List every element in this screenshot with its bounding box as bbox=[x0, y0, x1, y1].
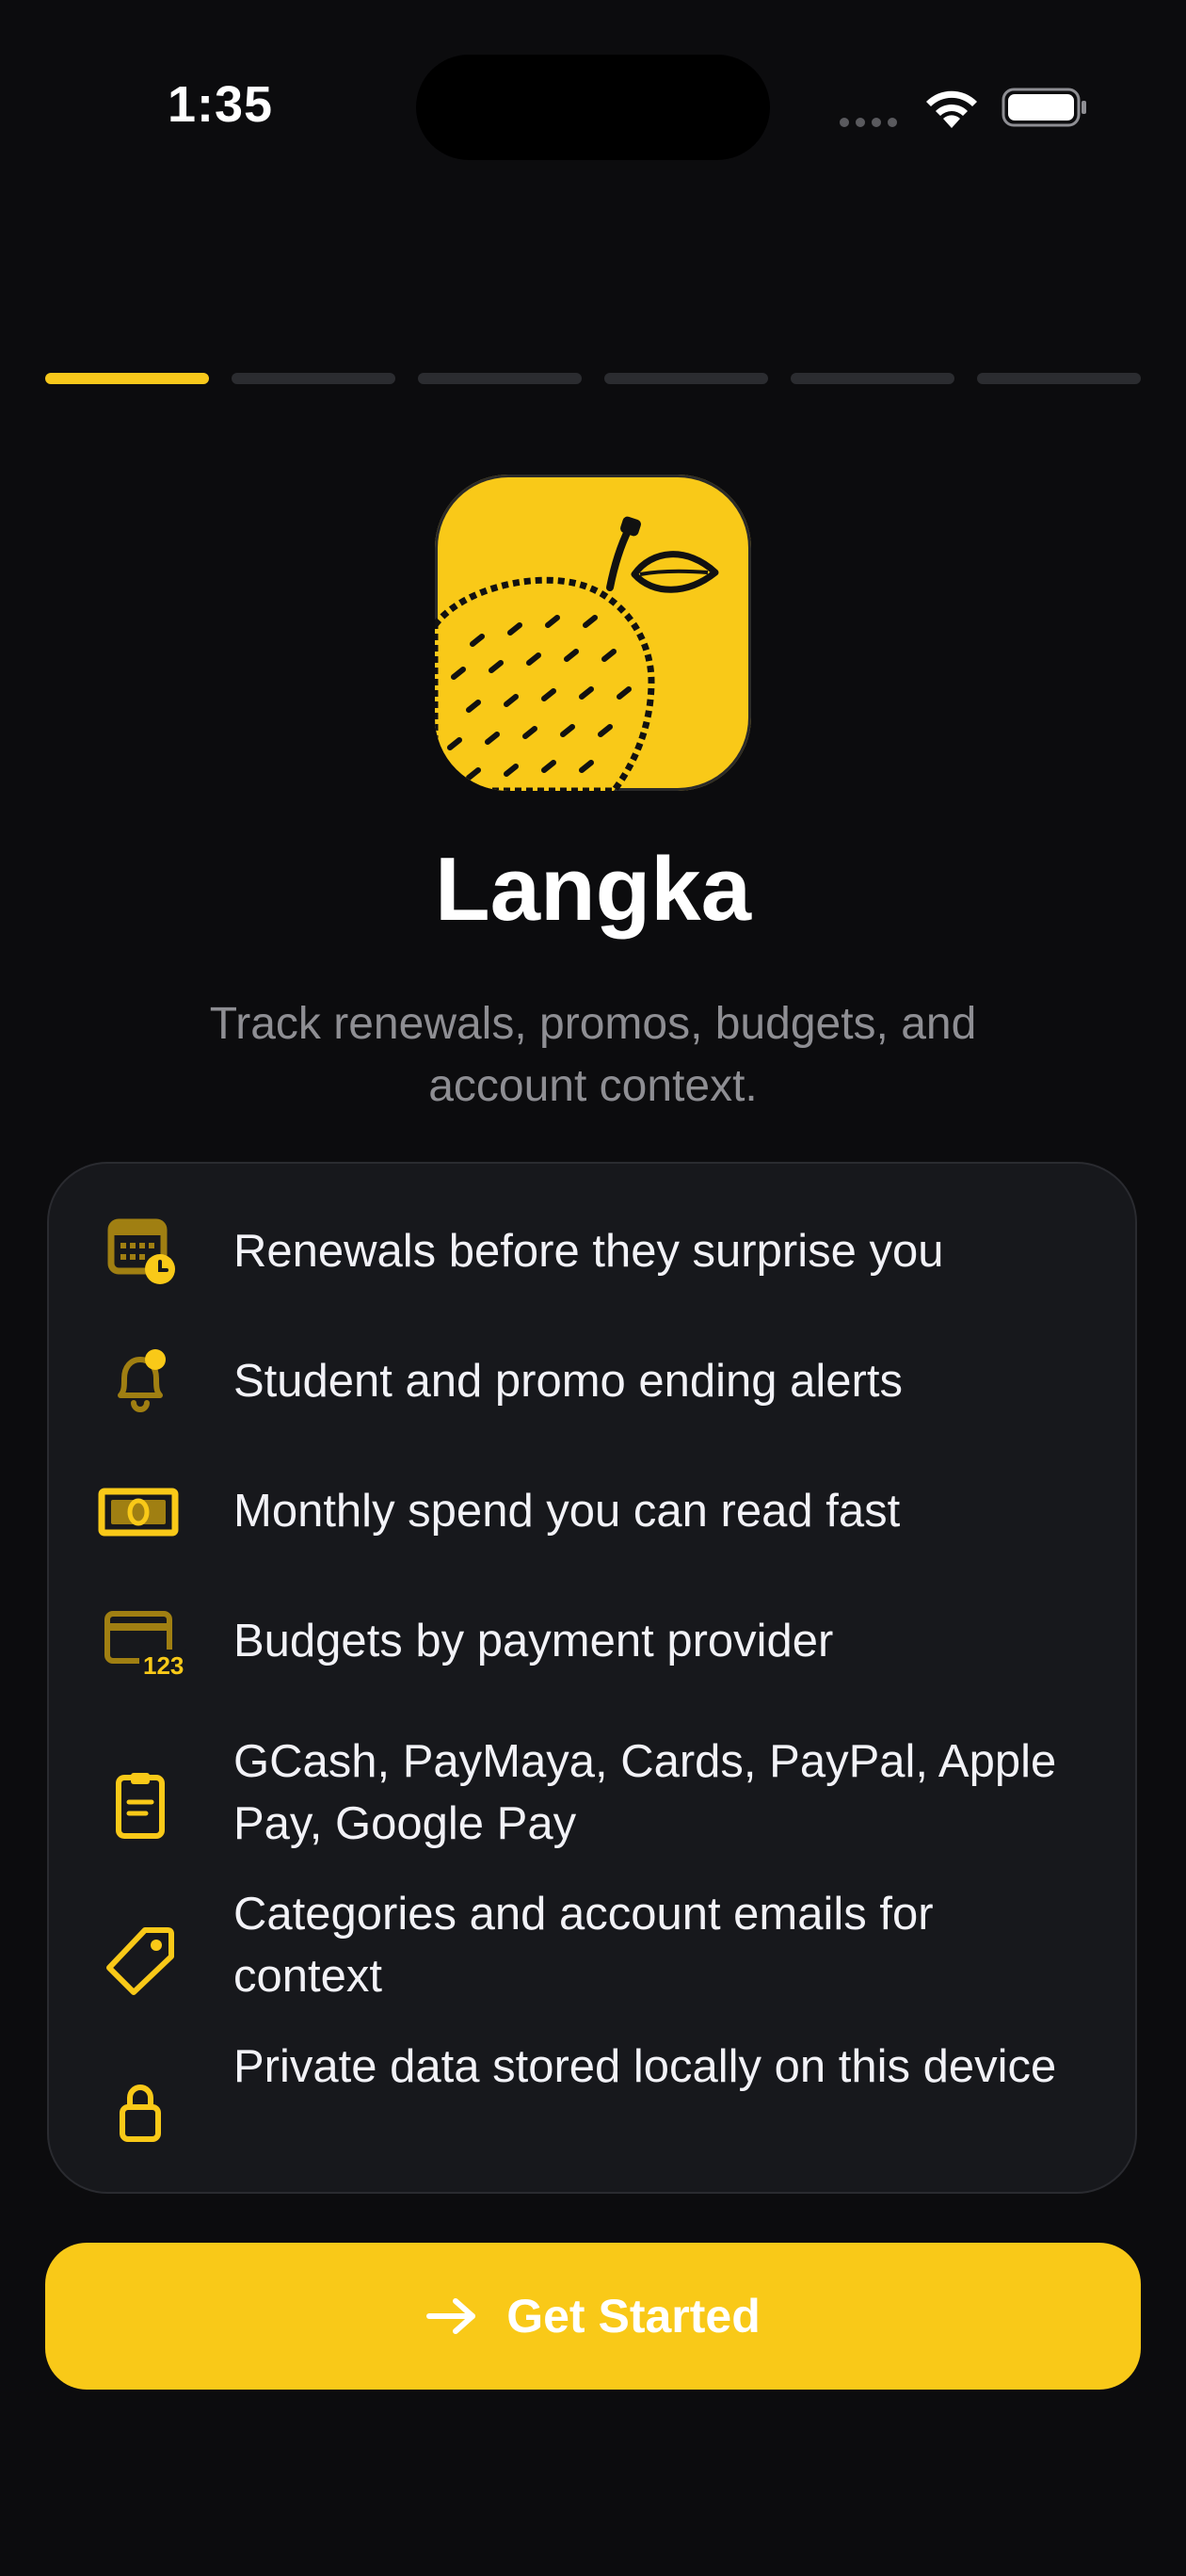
feature-list-card: Renewals before they surprise you Studen… bbox=[47, 1162, 1137, 2194]
feature-text: GCash, PayMaya, Cards, PayPal, Apple Pay… bbox=[233, 1736, 1057, 1849]
cellular-signal-icon bbox=[840, 115, 904, 132]
feature-text: Private data stored locally on this devi… bbox=[233, 2041, 1057, 2092]
dynamic-island bbox=[416, 55, 770, 160]
progress-step bbox=[232, 373, 395, 384]
onboarding-progress bbox=[45, 373, 1141, 384]
app-tagline: Track renewals, promos, budgets, and acc… bbox=[209, 999, 977, 1111]
feature-text: Student and promo ending alerts bbox=[233, 1356, 903, 1407]
svg-text:123: 123 bbox=[143, 1651, 184, 1680]
progress-step bbox=[977, 373, 1141, 384]
calendar-clock-icon bbox=[100, 1211, 181, 1292]
progress-step-active bbox=[45, 373, 209, 384]
progress-step bbox=[604, 373, 768, 384]
bell-badge-icon bbox=[100, 1341, 181, 1422]
clipboard-icon bbox=[100, 1766, 181, 1847]
progress-step bbox=[791, 373, 954, 384]
get-started-button[interactable]: Get Started bbox=[45, 2243, 1141, 2390]
creditcard-123-icon: 123 bbox=[100, 1601, 190, 1682]
feature-text: Renewals before they surprise you bbox=[233, 1226, 944, 1277]
feature-text: Categories and account emails for contex… bbox=[233, 1889, 934, 2002]
wifi-icon bbox=[926, 90, 977, 128]
feature-text: Monthly spend you can read fast bbox=[233, 1486, 901, 1537]
lock-icon bbox=[100, 2071, 181, 2152]
app-logo bbox=[435, 475, 751, 791]
jackfruit-icon bbox=[435, 516, 719, 791]
tag-icon bbox=[100, 1919, 181, 2000]
status-bar: 1:35 bbox=[0, 0, 1186, 188]
app-title: Langka bbox=[434, 839, 752, 940]
progress-step bbox=[418, 373, 582, 384]
feature-text: Budgets by payment provider bbox=[233, 1616, 834, 1666]
status-time: 1:35 bbox=[168, 76, 274, 133]
banknote-icon bbox=[96, 1471, 181, 1552]
arrow-right-icon bbox=[426, 2298, 476, 2334]
battery-icon bbox=[1002, 88, 1086, 127]
get-started-label: Get Started bbox=[506, 2290, 761, 2343]
